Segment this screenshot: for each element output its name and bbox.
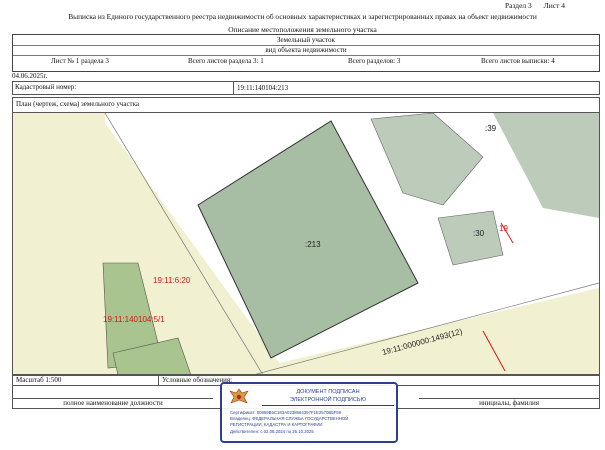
document-subtitle: Описание местоположения земельного участ… bbox=[228, 25, 377, 34]
label-30: :30 bbox=[473, 229, 485, 238]
object-kind-caption: вид объекта недвижимости bbox=[13, 46, 599, 56]
sheet-number: Лист № 1 раздела 3 bbox=[51, 57, 109, 65]
plan-caption-box: План (чертеж, схема) земельного участка bbox=[12, 97, 600, 113]
label-quarter: 19:11:6:20 bbox=[153, 276, 191, 285]
building-30 bbox=[437, 210, 504, 266]
building-39 bbox=[370, 113, 484, 206]
sheet-counts-row: Лист № 1 раздела 3 Всего листов раздела … bbox=[13, 56, 599, 66]
stamp-certificate: Сертификат: 00959B5C183A0238664397F1E257… bbox=[230, 410, 342, 415]
stamp-owner-1: Владелец: ФЕДЕРАЛЬНАЯ СЛУЖБА ГОСУДАРСТВЕ… bbox=[230, 416, 349, 421]
object-name: Земельный участок bbox=[13, 35, 599, 46]
object-info-frame: Земельный участок вид объекта недвижимос… bbox=[12, 34, 600, 72]
position-caption: полное наименование должности bbox=[13, 398, 213, 407]
label-140104-5-1: 19:11:140104:5/1 bbox=[103, 315, 165, 324]
initials-caption: инициалы, фамилия bbox=[419, 398, 599, 407]
stamp-line-1: ДОКУМЕНТ ПОДПИСАН bbox=[296, 389, 360, 395]
sections-total: Всего разделов: 3 bbox=[348, 57, 401, 65]
sheets-in-section: Всего листов раздела 3: 1 bbox=[188, 57, 264, 65]
stamp-line-2: ЭЛЕКТРОННОЙ ПОДПИСЬЮ bbox=[262, 397, 394, 406]
map-drawing: :213 :39 :30 19 19:11:6:20 19:11:140104:… bbox=[13, 113, 599, 375]
sheets-total: Всего листов выписки: 4 bbox=[481, 57, 555, 65]
label-39: :39 bbox=[485, 124, 497, 133]
label-19: 19 bbox=[499, 224, 508, 233]
section-label: Раздел 3 bbox=[504, 1, 532, 10]
stamp-owner-2: РЕГИСТРАЦИИ, КАДАСТРА И КАРТОГРАФИИ bbox=[230, 422, 323, 427]
header-corner: Раздел 3 Лист 4 bbox=[495, 1, 565, 10]
scale-label: Масштаб 1:500 bbox=[16, 376, 62, 384]
stamp-validity: Действителен: с 02.08.2024 по 26.10.2025 bbox=[230, 429, 314, 434]
sheet-label: Лист 4 bbox=[543, 1, 565, 10]
cadastral-map: :213 :39 :30 19 19:11:6:20 19:11:140104:… bbox=[12, 112, 600, 376]
cadastral-label: Кадастровый номер: bbox=[15, 83, 77, 91]
label-parcel-213: :213 bbox=[305, 240, 321, 249]
cadastral-row: Кадастровый номер: 19:11:140104:213 bbox=[12, 81, 600, 95]
extract-date: 04.06.2025г. bbox=[12, 72, 48, 80]
plan-caption: План (чертеж, схема) земельного участка bbox=[16, 100, 140, 108]
cadastral-number: 19:11:140104:213 bbox=[233, 82, 288, 94]
document-title: Выписка из Единого государственного реес… bbox=[68, 12, 537, 21]
eagle-emblem-icon bbox=[229, 388, 249, 404]
electronic-signature-stamp: ДОКУМЕНТ ПОДПИСАН ЭЛЕКТРОННОЙ ПОДПИСЬЮ С… bbox=[220, 382, 398, 443]
building-east bbox=[493, 113, 599, 218]
